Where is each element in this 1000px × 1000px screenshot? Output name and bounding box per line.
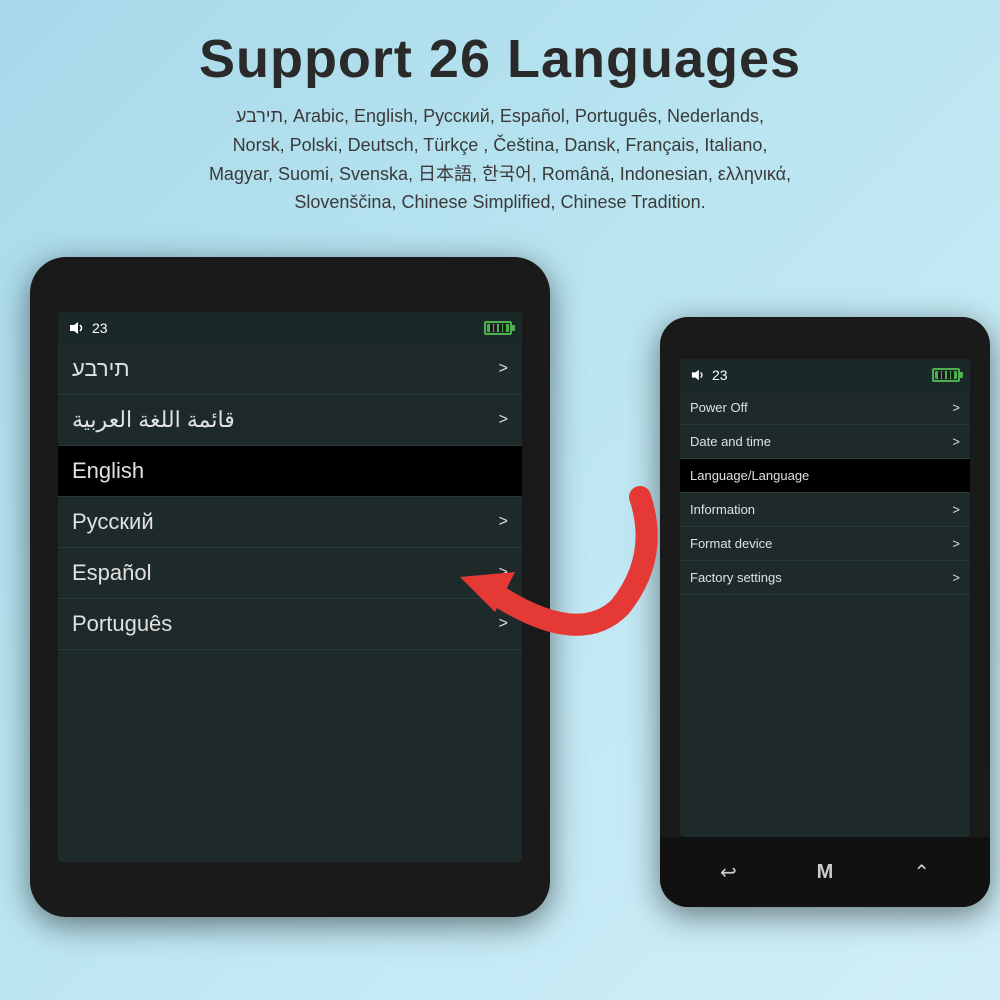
header: Support 26 Languages תירבע, Arabic, Engl… [0, 0, 1000, 227]
right-speaker-icon [690, 368, 706, 382]
left-volume: 23 [92, 320, 108, 336]
right-device-screen: 23 Power Off > [680, 359, 970, 837]
left-battery-icon [484, 321, 512, 335]
left-menu-item-1[interactable]: قائمة اللغة العربية > [58, 395, 522, 446]
speaker-icon [68, 320, 86, 336]
left-menu-label-3: Русский [72, 509, 154, 535]
left-battery-fill [487, 324, 509, 332]
left-status-bar: 23 [58, 312, 522, 344]
right-menu-chevron-1: > [952, 434, 960, 449]
right-status-left: 23 [690, 367, 728, 383]
right-menu-label-1: Date and time [690, 434, 771, 449]
arrow-container [440, 467, 670, 647]
page-title: Support 26 Languages [60, 28, 940, 90]
right-device: 23 Power Off > [660, 317, 990, 907]
left-menu-label-5: Português [72, 611, 172, 637]
right-volume: 23 [712, 367, 728, 383]
back-icon[interactable]: ↩ [720, 860, 737, 885]
right-battery-icon [932, 368, 960, 382]
right-menu-item-5[interactable]: Factory settings > [680, 561, 970, 595]
left-menu-chevron-1: > [499, 411, 508, 429]
left-menu-label-4: Español [72, 560, 152, 586]
devices-area: 23 תירבע > [0, 237, 1000, 917]
left-status-left: 23 [68, 320, 108, 336]
right-menu-label-4: Format device [690, 536, 772, 551]
up-icon[interactable]: ⌃ [913, 860, 930, 885]
right-menu-label-5: Factory settings [690, 570, 782, 585]
right-menu-item-0[interactable]: Power Off > [680, 391, 970, 425]
right-status-bar: 23 [680, 359, 970, 391]
right-battery-fill [935, 371, 957, 379]
right-menu-item-3[interactable]: Information > [680, 493, 970, 527]
right-menu-item-2[interactable]: Language/Language [680, 459, 970, 493]
right-menu-item-4[interactable]: Format device > [680, 527, 970, 561]
right-menu-chevron-5: > [952, 570, 960, 585]
languages-list: תירבע, Arabic, English, Русский, Español… [60, 102, 940, 217]
left-menu-label-0: תירבע [72, 356, 130, 382]
right-menu-chevron-0: > [952, 400, 960, 415]
right-menu-chevron-3: > [952, 502, 960, 517]
left-menu-label-1: قائمة اللغة العربية [72, 407, 235, 433]
right-device-body: 23 Power Off > [660, 317, 990, 907]
left-menu-item-0[interactable]: תירבע > [58, 344, 522, 395]
right-menu-item-1[interactable]: Date and time > [680, 425, 970, 459]
right-bottom-nav: ↩ M ⌃ [660, 837, 990, 907]
left-menu-chevron-0: > [499, 360, 508, 378]
right-menu-label-0: Power Off [690, 400, 748, 415]
right-menu-chevron-4: > [952, 536, 960, 551]
left-menu-label-2: English [72, 458, 144, 484]
right-menu-label-2: Language/Language [690, 468, 809, 483]
menu-icon[interactable]: M [817, 861, 834, 884]
right-menu-label-3: Information [690, 502, 755, 517]
arrow-icon [440, 467, 670, 647]
